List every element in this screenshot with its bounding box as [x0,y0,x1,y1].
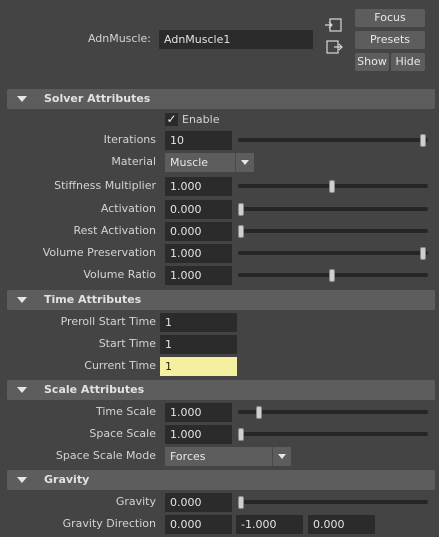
presets-button[interactable]: Presets [355,31,425,49]
iterations-slider-track[interactable] [238,138,428,142]
iterations-label: Iterations [103,133,156,146]
gravity-slider-track[interactable] [238,500,428,504]
node-name-label: AdnMuscle: [87,32,151,45]
scale-attributes-header[interactable]: Scale Attributes [7,380,435,400]
time-attributes-header[interactable]: Time Attributes [7,290,435,310]
activation-field[interactable]: 0.000 [165,200,232,219]
rest-activation-field[interactable]: 0.000 [165,222,232,241]
hide-button[interactable]: Hide [391,53,425,71]
preroll-start-time-label: Preroll Start Time [60,315,156,328]
space-scale-mode-value: Forces [170,450,206,463]
time-scale-label: Time Scale [95,405,156,418]
iterations-field[interactable]: 10 [165,131,232,150]
solver-attributes-header[interactable]: Solver Attributes [7,89,435,109]
space-scale-slider-track[interactable] [238,432,428,436]
focus-button[interactable]: Focus [355,9,425,27]
gravity-direction-x-field[interactable]: 0.000 [165,515,232,534]
material-dropdown[interactable]: Muscle [165,153,254,172]
stiffness-multiplier-field[interactable]: 1.000 [165,177,232,196]
stiffness-multiplier-label: Stiffness Multiplier [54,179,156,192]
chevron-down-icon[interactable] [235,153,254,172]
start-time-field[interactable]: 1 [160,335,237,354]
gravity-direction-z-field[interactable]: 0.000 [308,515,375,534]
space-scale-label: Space Scale [89,427,156,440]
volume-preservation-label: Volume Preservation [42,246,156,259]
enable-label: Enable [182,113,220,126]
collapse-triangle-icon [17,387,27,393]
material-label: Material [111,155,156,168]
rest-activation-slider-track[interactable] [238,229,428,233]
activation-slider-handle[interactable] [238,203,244,216]
time-scale-slider-track[interactable] [238,410,428,414]
activation-label: Activation [100,202,156,215]
space-scale-mode-label: Space Scale Mode [55,449,156,462]
rest-activation-label: Rest Activation [73,224,156,237]
collapse-triangle-icon [17,297,27,303]
volume-ratio-slider-handle[interactable] [329,269,335,282]
start-time-label: Start Time [98,337,156,350]
volume-ratio-field[interactable]: 1.000 [165,266,232,285]
current-time-field[interactable]: 1 [160,357,237,376]
section-title: Time Attributes [44,293,142,306]
preroll-start-time-field[interactable]: 1 [160,313,237,332]
time-scale-slider-handle[interactable] [256,406,263,419]
volume-preservation-slider-handle[interactable] [420,247,426,260]
time-scale-field[interactable]: 1.000 [165,403,232,422]
section-title: Scale Attributes [44,383,145,396]
space-scale-mode-dropdown[interactable]: Forces [165,447,291,466]
gravity-label: Gravity [115,495,156,508]
collapse-triangle-icon [17,96,27,102]
section-title: Solver Attributes [44,92,151,105]
gravity-slider-handle[interactable] [238,496,244,509]
stiffness-multiplier-slider-handle[interactable] [329,180,335,193]
chevron-down-icon[interactable] [272,447,291,466]
show-button[interactable]: Show [355,53,389,71]
volume-preservation-slider-track[interactable] [238,251,428,255]
volume-preservation-field[interactable]: 1.000 [165,244,232,263]
connection-in-icon[interactable] [324,16,344,34]
collapse-triangle-icon [17,477,27,483]
rest-activation-slider-handle[interactable] [238,225,244,238]
space-scale-field[interactable]: 1.000 [165,425,232,444]
space-scale-slider-handle[interactable] [238,428,244,441]
iterations-slider-handle[interactable] [420,134,426,147]
gravity-header[interactable]: Gravity [7,470,435,490]
material-dropdown-value: Muscle [170,156,209,169]
gravity-direction-y-field[interactable]: -1.000 [236,515,303,534]
enable-checkbox[interactable]: ✓ [165,113,178,126]
gravity-direction-label: Gravity Direction [62,517,156,530]
section-title: Gravity [44,473,90,486]
gravity-field[interactable]: 0.000 [165,493,232,512]
node-name-field[interactable]: AdnMuscle1 [159,30,313,49]
activation-slider-track[interactable] [238,207,428,211]
current-time-label: Current Time [84,359,156,372]
connection-out-icon[interactable] [324,38,344,56]
volume-ratio-label: Volume Ratio [83,268,156,281]
